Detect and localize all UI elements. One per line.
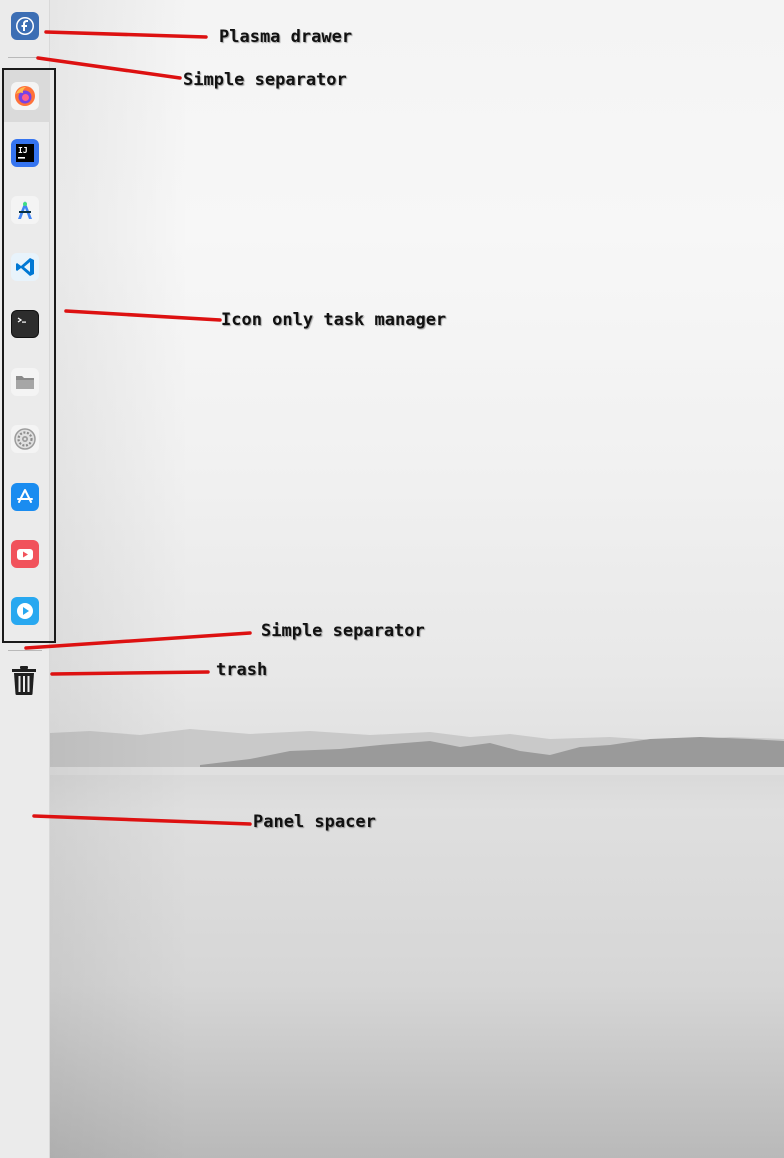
task-manager-outline [2,68,56,643]
annotation-separator-top: Simple separator [183,70,347,90]
fedora-icon[interactable] [11,12,39,40]
annotation-task-manager: Icon only task manager [221,310,447,330]
wallpaper-mountains [50,729,784,775]
bottom-separator [8,650,42,651]
desktop-wallpaper [50,0,784,1158]
trash-icon[interactable] [9,664,39,696]
top-separator [8,57,42,58]
panel-spacer [0,700,50,1158]
annotation-spacer: Panel spacer [253,812,376,832]
annotation-separator-bottom: Simple separator [261,621,425,641]
annotation-drawer: Plasma drawer [219,27,353,47]
annotation-trash: trash [216,660,268,680]
